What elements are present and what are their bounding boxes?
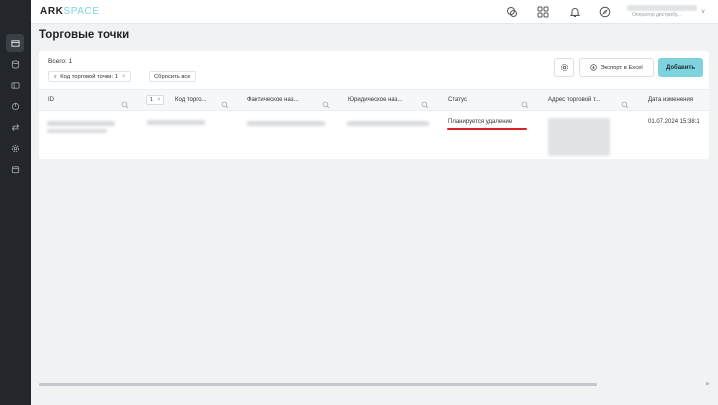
status-value: Планируется удаление — [448, 119, 513, 125]
search-icon[interactable] — [221, 96, 229, 109]
export-label: Экспорт в Excel — [600, 64, 643, 71]
column-header-actual-name[interactable]: Фактическое наз... — [247, 90, 299, 110]
table-settings-button[interactable] — [554, 58, 574, 77]
redacted-id-extra — [47, 129, 107, 133]
gear-icon — [560, 64, 568, 71]
filter-chip[interactable]: ∨ Код торговой точки: 1 × — [48, 71, 131, 82]
compass-icon[interactable] — [598, 5, 612, 19]
download-icon — [590, 64, 598, 71]
horizontal-scrollbar[interactable] — [39, 383, 597, 386]
redacted-address — [548, 118, 610, 156]
chat-icon[interactable] — [505, 5, 519, 19]
grid-icon[interactable] — [536, 5, 550, 19]
redacted-code — [147, 120, 205, 125]
table-row[interactable] — [39, 112, 709, 159]
close-icon[interactable]: × — [122, 74, 126, 80]
search-icon[interactable] — [521, 96, 529, 109]
column-header-code[interactable]: Код торго... — [175, 90, 207, 110]
chart-icon[interactable] — [6, 97, 24, 115]
code-filter-value: 1 — [150, 97, 154, 103]
search-icon[interactable] — [621, 96, 629, 109]
chevron-down-icon[interactable]: ∨ — [701, 8, 705, 15]
database-icon[interactable] — [6, 55, 24, 73]
add-button[interactable]: Добавить — [658, 58, 703, 77]
total-count: Всего: 1 — [48, 58, 73, 65]
modified-date-value: 01.07.2024 15:38:1 — [648, 119, 700, 125]
status-highlight-underline — [447, 128, 527, 130]
page-title: Торговые точки — [39, 29, 130, 41]
export-excel-button[interactable]: Экспорт в Excel — [579, 58, 654, 77]
redacted-id — [47, 121, 115, 126]
wallet-icon[interactable] — [6, 76, 24, 94]
user-name-redacted[interactable] — [627, 5, 697, 11]
search-icon[interactable] — [322, 96, 330, 109]
user-role: Оператор дистрибу... — [632, 12, 682, 18]
search-icon[interactable] — [121, 96, 129, 109]
column-header-status[interactable]: Статус — [448, 90, 467, 110]
chevron-down-icon: ∨ — [53, 73, 58, 80]
transfer-icon[interactable] — [6, 118, 24, 136]
column-header-id[interactable]: ID — [48, 90, 54, 110]
reset-all-button[interactable]: Сбросить все — [149, 71, 196, 82]
redacted-actual-name — [247, 121, 325, 126]
search-icon[interactable] — [421, 96, 429, 109]
calendar-icon[interactable] — [6, 160, 24, 178]
top-bar: ARKSPACE Оператор дистрибу... ∨ — [31, 0, 718, 24]
close-icon[interactable]: × — [157, 97, 160, 103]
column-header-modified-date[interactable]: Дата изменения — [648, 90, 693, 110]
scroll-right-icon[interactable]: ▶ — [706, 381, 710, 387]
filter-chip-label: Код торговой точки: 1 — [60, 73, 118, 80]
table-header: ID 1 × Код торго... Фактическое наз... Ю… — [39, 89, 709, 111]
bell-icon[interactable] — [568, 5, 582, 19]
settings-icon[interactable] — [6, 139, 24, 157]
column-header-address[interactable]: Адрес торговой т... — [548, 90, 600, 110]
code-filter-badge[interactable]: 1 × — [146, 95, 165, 105]
column-header-legal-name[interactable]: Юридическое наз... — [348, 90, 402, 110]
redacted-legal-name — [347, 121, 429, 126]
store-icon[interactable] — [6, 34, 24, 52]
app-logo[interactable]: ARKSPACE — [40, 6, 100, 17]
table-card: Всего: 1 ∨ Код торговой точки: 1 × Сброс… — [39, 51, 709, 159]
sidebar — [0, 0, 31, 405]
